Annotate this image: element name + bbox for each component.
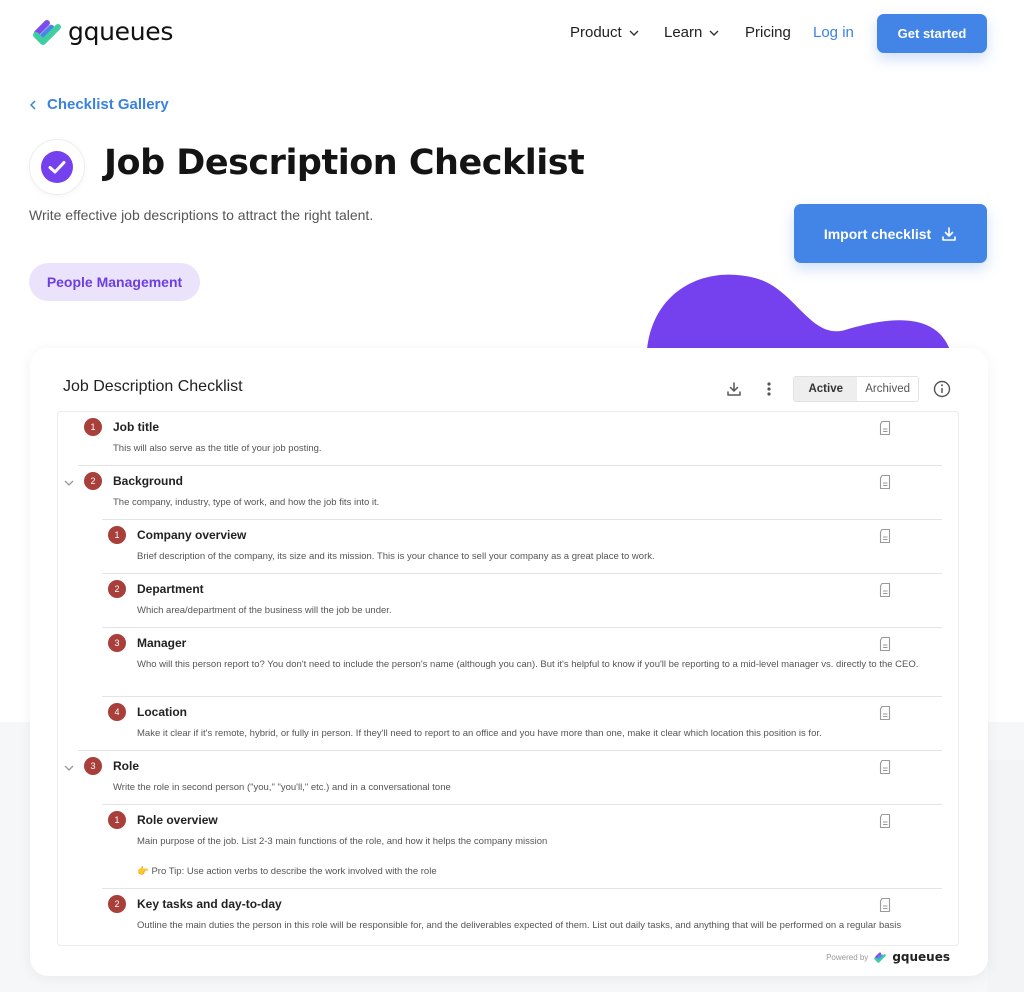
- item-description: Outline the main duties the person in th…: [137, 920, 902, 931]
- powered-by[interactable]: Powered by gqueues: [826, 950, 950, 964]
- nav-product-label: Product: [570, 24, 622, 41]
- notes-icon[interactable]: [878, 705, 892, 721]
- notes-icon[interactable]: [878, 759, 892, 775]
- item-title: Background: [113, 474, 184, 488]
- page-background-right: [988, 760, 1024, 992]
- checklist-items: 1 Job title This will also serve as the ti…: [57, 411, 959, 946]
- chevron-down-icon: [629, 30, 639, 36]
- nav-login-label: Log in: [813, 24, 854, 41]
- checklist-item[interactable]: 3 Role Write the role in second person ("y…: [58, 751, 958, 805]
- checklist-item[interactable]: 4 Location Make it clear if it's remote, h…: [58, 697, 958, 751]
- item-description: Write the role in second person ("you," …: [113, 782, 451, 793]
- item-description: Who will this person report to? You don'…: [137, 659, 919, 670]
- item-number-badge: 3: [84, 757, 102, 775]
- breadcrumb-back-link[interactable]: Checklist Gallery: [28, 96, 169, 113]
- gqueues-logo-icon: [874, 952, 887, 963]
- breadcrumb-label: Checklist Gallery: [47, 96, 169, 113]
- info-button[interactable]: [932, 379, 952, 399]
- check-circle-icon: [41, 151, 73, 183]
- item-number-badge: 2: [108, 580, 126, 598]
- powered-by-brand: gqueues: [892, 950, 950, 964]
- item-number-badge: 4: [108, 703, 126, 721]
- item-number-badge: 1: [108, 526, 126, 544]
- item-pro-tip: 👉 Pro Tip: Use action verbs to describe …: [137, 866, 437, 877]
- item-title: Manager: [137, 636, 187, 650]
- checklist-item[interactable]: 1 Role overview Main purpose of the job. L…: [58, 805, 958, 889]
- brand-logo[interactable]: gqueues: [30, 14, 173, 48]
- get-started-button[interactable]: Get started: [877, 14, 987, 53]
- item-number-badge: 2: [84, 472, 102, 490]
- download-button[interactable]: [724, 379, 744, 399]
- item-description: The company, industry, type of work, and…: [113, 497, 380, 508]
- nav-product[interactable]: Product: [570, 24, 640, 41]
- item-title: Key tasks and day-to-day: [137, 897, 282, 911]
- item-description: Main purpose of the job. List 2-3 main f…: [137, 836, 548, 847]
- item-number-badge: 2: [108, 895, 126, 913]
- gqueues-logo-icon: [33, 20, 61, 45]
- nav-pricing[interactable]: Pricing: [745, 24, 791, 41]
- notes-icon[interactable]: [878, 636, 892, 652]
- item-number-badge: 1: [84, 418, 102, 436]
- notes-icon[interactable]: [878, 528, 892, 544]
- item-description: Which area/department of the business wi…: [137, 605, 392, 616]
- notes-icon[interactable]: [878, 897, 892, 913]
- item-title: Department: [137, 582, 204, 596]
- item-title: Role: [113, 759, 140, 773]
- notes-icon[interactable]: [878, 474, 892, 490]
- item-description: Brief description of the company, its si…: [137, 551, 655, 562]
- notes-icon[interactable]: [878, 420, 892, 436]
- tab-active[interactable]: Active: [794, 377, 858, 401]
- nav-learn[interactable]: Learn: [664, 24, 720, 41]
- collapse-chevron-icon[interactable]: [63, 762, 75, 774]
- chevron-left-icon: [29, 99, 36, 110]
- checklist-item[interactable]: 2 Department Which area/department of the …: [58, 574, 958, 628]
- item-title: Role overview: [137, 813, 218, 827]
- item-number-badge: 1: [108, 811, 126, 829]
- decorative-wave: [647, 274, 950, 350]
- item-title: Company overview: [137, 528, 247, 542]
- import-checklist-label: Import checklist: [823, 225, 932, 242]
- page-title: Job Description Checklist: [104, 143, 585, 183]
- checklist-toolbar: Active Archived: [724, 376, 952, 402]
- download-icon: [942, 226, 956, 241]
- notes-icon[interactable]: [878, 813, 892, 829]
- collapse-chevron-icon[interactable]: [63, 477, 75, 489]
- more-options-button[interactable]: [759, 379, 779, 399]
- checklist-item[interactable]: 2 Key tasks and day-to-day Outline the mai…: [58, 889, 958, 945]
- checklist-item[interactable]: 2 Background The company, industry, type o…: [58, 466, 958, 520]
- checklist-item[interactable]: 3 Manager Who will this person report to? …: [58, 628, 958, 697]
- item-number-badge: 3: [108, 634, 126, 652]
- checklist-title: Job Description Checklist: [63, 378, 243, 395]
- category-tag[interactable]: People Management: [29, 263, 200, 301]
- checklist-item[interactable]: 1 Company overview Brief description of th…: [58, 520, 958, 574]
- notes-icon[interactable]: [878, 582, 892, 598]
- status-toggle: Active Archived: [793, 376, 919, 402]
- nav-pricing-label: Pricing: [745, 24, 791, 41]
- info-icon: [933, 380, 951, 398]
- powered-by-label: Powered by: [826, 952, 869, 962]
- checklist-item[interactable]: 1 Job title This will also serve as the ti…: [58, 412, 958, 466]
- item-description: Make it clear if it's remote, hybrid, or…: [137, 728, 822, 739]
- checklist-badge: [29, 139, 85, 195]
- logo-text: gqueues: [68, 16, 174, 46]
- nav-learn-label: Learn: [664, 24, 703, 41]
- item-description: This will also serve as the title of you…: [113, 443, 322, 454]
- page-subtitle: Write effective job descriptions to attr…: [29, 207, 374, 223]
- chevron-down-icon: [709, 30, 719, 36]
- more-vertical-icon: [767, 382, 771, 396]
- item-title: Location: [137, 705, 187, 719]
- top-navbar: gqueues Product Learn Pricing Log in Get…: [0, 0, 1024, 66]
- checklist-card: Job Description Checklist Active Archive…: [30, 348, 988, 976]
- nav-login-link[interactable]: Log in: [813, 24, 854, 41]
- download-icon: [727, 382, 741, 396]
- item-title: Job title: [113, 420, 160, 434]
- import-checklist-button[interactable]: Import checklist: [794, 204, 987, 263]
- tab-archived[interactable]: Archived: [857, 377, 918, 401]
